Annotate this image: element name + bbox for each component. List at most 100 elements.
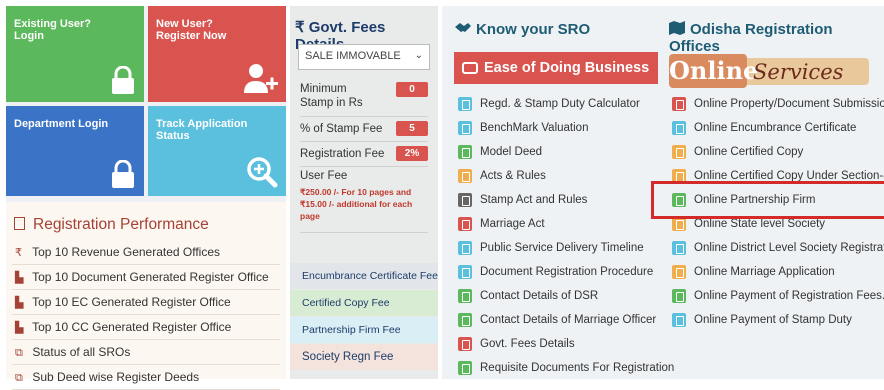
ease-of-doing-business-label: Ease of Doing Business [484, 60, 650, 76]
link-label: Public Service Delivery Timeline [480, 242, 644, 254]
handshake-icon [455, 23, 471, 32]
existing-user-login-tile[interactable]: Existing User? Login [6, 6, 144, 102]
user-fee-label: User Fee [300, 170, 348, 182]
existing-user-line1: Existing User? [14, 18, 92, 30]
min-stamp-label: Minimum Stamp in Rs [300, 83, 363, 109]
performance-item-top-10-ec-generated-register-office[interactable]: ▙ Top 10 EC Generated Register Office [12, 290, 280, 315]
document-icon [458, 121, 472, 135]
user-fee-block: User Fee ₹250.00 /- For 10 pages and ₹15… [300, 170, 420, 222]
document-icon [458, 361, 472, 375]
document-icon [458, 145, 472, 159]
link-label: Online Property/Document Submission [694, 98, 884, 110]
link-label: Online Certified Copy [694, 146, 804, 158]
document-icon [458, 241, 472, 255]
rupee-icon: ₹ [15, 247, 22, 259]
link-label: Online Marriage Application [694, 266, 835, 278]
link-label: Document Registration Procedure [480, 266, 654, 278]
track-application-line2: Status [156, 130, 190, 142]
document-icon [672, 265, 686, 279]
lock-icon [112, 66, 134, 94]
online-services-banner[interactable]: Online Services [669, 54, 869, 88]
performance-item-sub-deed-wise-register-deeds[interactable]: ⧉ Sub Deed wise Register Deeds [12, 365, 280, 390]
document-icon [672, 241, 686, 255]
document-icon: ▙ [15, 297, 24, 309]
new-user-line2: Register Now [156, 30, 227, 42]
document-icon [672, 97, 686, 111]
ease-of-doing-business-banner[interactable]: Ease of Doing Business [454, 52, 658, 84]
new-user-line1: New User? [156, 18, 213, 30]
highlight-box [651, 181, 884, 219]
certified-copy-fee-link[interactable]: Certified Copy Fee [290, 290, 438, 316]
zoom-search-icon [247, 157, 278, 188]
performance-item-label: Sub Deed wise Register Deeds [32, 370, 200, 384]
partnership-firm-fee-link[interactable]: Partnership Firm Fee [290, 317, 438, 343]
divider [300, 166, 428, 167]
department-login-tile[interactable]: Department Login [6, 106, 144, 196]
left-panel: Existing User? Login New User? Register … [6, 6, 286, 390]
bookmark-icon [14, 217, 25, 230]
document-icon [458, 217, 472, 231]
registration-fee-value: 2% [396, 146, 428, 161]
registration-performance-panel: Registration Performance ₹ Top 10 Revenu… [6, 202, 286, 390]
document-icon: ▙ [15, 272, 24, 284]
stamp-fee-pct-value: 5 [396, 121, 428, 136]
online-word: Online [669, 54, 758, 88]
document-icon [672, 145, 686, 159]
document-icon [458, 193, 472, 207]
link-label: Requisite Documents For Registration [480, 362, 675, 374]
lock-icon [112, 160, 134, 188]
document-icon [458, 313, 472, 327]
document-icon [672, 313, 686, 327]
link-label: Contact Details of DSR [480, 290, 599, 302]
document-icon [672, 289, 686, 303]
performance-item-label: Top 10 Revenue Generated Offices [32, 245, 221, 259]
new-user-register-tile[interactable]: New User? Register Now [148, 6, 286, 102]
document-icon [458, 265, 472, 279]
link-label: Govt. Fees Details [480, 338, 575, 350]
link-label: Acts & Rules [480, 170, 546, 182]
performance-item-label: Top 10 CC Generated Register Office [32, 320, 232, 334]
document-icon [458, 97, 472, 111]
map-icon [669, 21, 685, 35]
divider [300, 141, 428, 142]
govt-fees-title: ₹ Govt. Fees Details [295, 19, 386, 53]
link-label: Regd. & Stamp Duty Calculator [480, 98, 640, 110]
govt-fees-panel: ₹ Govt. Fees Details SALE IMMOVABLE ⌄ Min… [290, 6, 438, 379]
track-application-line1: Track Application [156, 118, 248, 130]
performance-item-top-10-cc-generated-register-office[interactable]: ▙ Top 10 CC Generated Register Office [12, 315, 280, 340]
document-icon [672, 217, 686, 231]
link-label: Marriage Act [480, 218, 545, 230]
document-icon: ▙ [15, 322, 24, 334]
link-label: Stamp Act and Rules [480, 194, 588, 206]
society-regn-fee-link[interactable]: Society Regn Fee [290, 344, 438, 370]
document-icon [458, 289, 472, 303]
performance-item-status-of-all-sros[interactable]: ⧉ Status of all SROs [12, 340, 280, 365]
link-label: BenchMark Valuation [480, 122, 589, 134]
performance-item-top-10-document-generated-register-office[interactable]: ▙ Top 10 Document Generated Register Off… [12, 265, 280, 290]
registration-performance-title: Registration Performance [6, 202, 286, 240]
link-label: Model Deed [480, 146, 543, 158]
chevron-down-icon: ⌄ [414, 50, 423, 61]
link-label: Contact Details of Marriage Officer [480, 314, 657, 326]
services-word: Services [753, 60, 844, 84]
encumbrance-certificate-fee-link[interactable]: Encumbrance Certificate Fee [290, 263, 438, 289]
link-label: Online District Level Society Registrati… [694, 242, 884, 254]
existing-user-line2: Login [14, 30, 44, 42]
document-icon [458, 169, 472, 183]
link-label: Online Payment of Stamp Duty [694, 314, 852, 326]
document-icon [458, 337, 472, 351]
performance-item-label: Top 10 Document Generated Register Offic… [32, 270, 269, 284]
divider [300, 116, 428, 117]
min-stamp-value: 0 [396, 82, 428, 97]
track-application-tile[interactable]: Track Application Status [148, 106, 286, 196]
know-your-sro-title: Know your SRO [476, 21, 591, 38]
performance-item-top-10-revenue-generated-offices[interactable]: ₹ Top 10 Revenue Generated Offices [12, 240, 280, 265]
divider [300, 232, 428, 233]
odisha-offices-title: Odisha Registration Offices [669, 21, 833, 55]
document-icon [672, 121, 686, 135]
deed-type-select-value: SALE IMMOVABLE [305, 50, 401, 62]
odisha-offices-heading: Odisha Registration Offices [669, 21, 884, 55]
link-label: Online Encumbrance Certificate [694, 122, 857, 134]
deed-type-select[interactable]: SALE IMMOVABLE ⌄ [298, 44, 430, 70]
department-login-label: Department Login [14, 118, 109, 130]
